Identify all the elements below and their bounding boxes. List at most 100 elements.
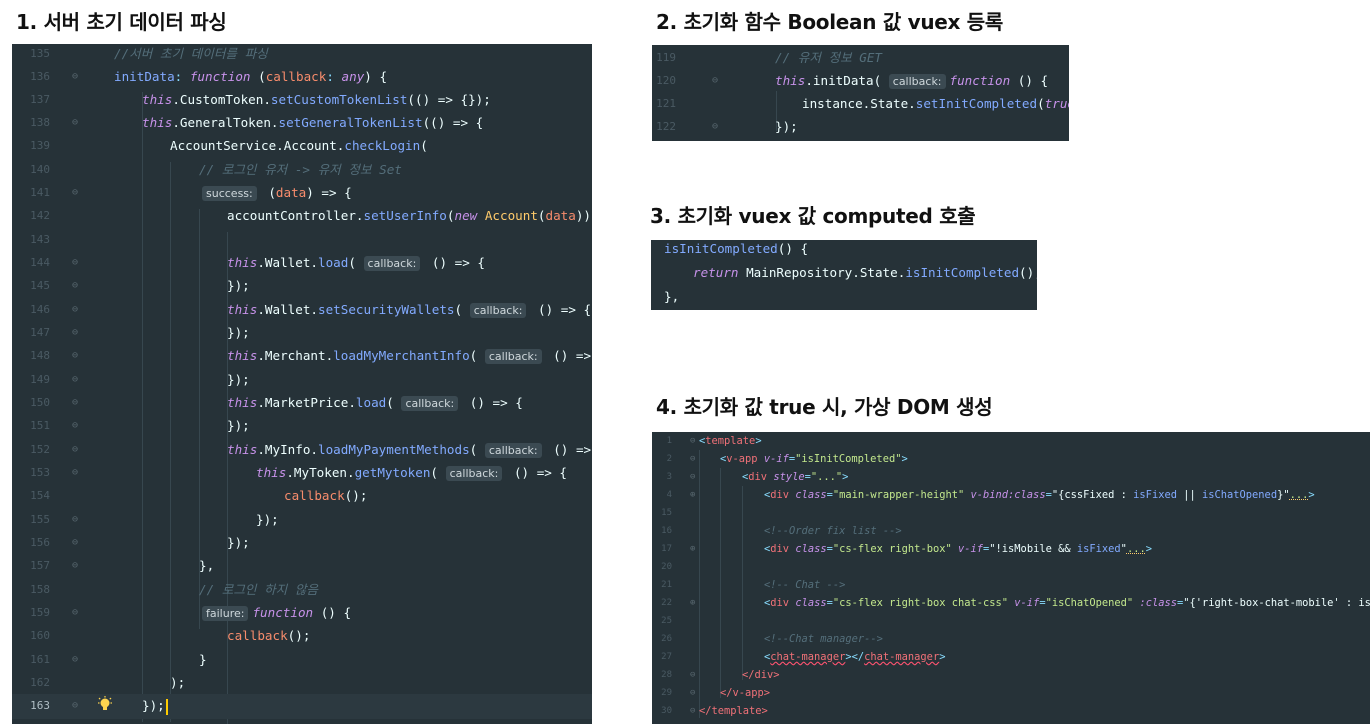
- folded-region[interactable]: ...: [1290, 489, 1309, 501]
- line-number: 143: [30, 233, 50, 246]
- code-line: 15: [652, 504, 1370, 522]
- line-number: 145: [30, 279, 50, 292]
- line-number: 146: [30, 303, 50, 316]
- code-line: 148 ⊖ this.Merchant.loadMyMerchantInfo( ca…: [12, 344, 592, 367]
- code-line: 147 ⊖});: [12, 321, 592, 344]
- code-line: 29 ⊖ </v-app>: [652, 684, 1370, 702]
- line-number: 17: [661, 544, 672, 554]
- fold-marker-icon[interactable]: ⊖: [72, 251, 84, 274]
- line-number: 153: [30, 466, 50, 479]
- lightbulb-icon[interactable]: [98, 696, 112, 714]
- code-panel-computed: isInitCompleted() { return MainRepositor…: [651, 240, 1037, 310]
- code-line: 145 ⊖});: [12, 274, 592, 297]
- fold-marker-icon[interactable]: ⊖: [712, 69, 724, 92]
- line-number: 122: [656, 120, 676, 133]
- line-number: 162: [30, 676, 50, 689]
- code-line: 1 ⊖ <template>: [652, 432, 1370, 450]
- text-caret: [165, 698, 168, 715]
- code-line: 162);: [12, 671, 592, 694]
- fold-marker-icon[interactable]: ⊖: [72, 65, 84, 88]
- code-line: 27 <chat-manager></chat-manager>: [652, 648, 1370, 666]
- line-number: 140: [30, 163, 50, 176]
- code-line: 4 ⊕ <div class="main-wrapper-height" v-bin…: [652, 486, 1370, 504]
- code-line: 156 ⊖});: [12, 531, 592, 554]
- line-number: 142: [30, 209, 50, 222]
- code-line: 154 callback();: [12, 484, 592, 507]
- fold-marker-icon[interactable]: ⊕: [690, 540, 702, 558]
- code-line: 143: [12, 228, 592, 251]
- code-line: 20: [652, 558, 1370, 576]
- heading-1: 1. 서버 초기 데이터 파싱: [16, 10, 227, 34]
- code-line: 150 ⊖ this.MarketPrice.load( callback: () …: [12, 391, 592, 414]
- code-line: 21 <!-- Chat -->: [652, 576, 1370, 594]
- code-line: 158// 로그인 하지 않음: [12, 578, 592, 601]
- code-line: 157 ⊖},: [12, 554, 592, 577]
- code-line-current[interactable]: 163 ⊖ });: [12, 694, 592, 719]
- code-line: 136 ⊖ initData: function (callback: any) {: [12, 65, 592, 88]
- code-line: 122 ⊖});: [652, 115, 1069, 138]
- code-panel-server-init: 135//서버 초기 데이터를 파싱 136 ⊖ initData: functio…: [12, 44, 592, 724]
- line-number: 150: [30, 396, 50, 409]
- line-number: 144: [30, 256, 50, 269]
- line-number: 148: [30, 349, 50, 362]
- line-number: 159: [30, 606, 50, 619]
- fold-marker-icon[interactable]: ⊕: [690, 594, 702, 612]
- code-line: 144 ⊖ this.Wallet.load( callback: () => {: [12, 251, 592, 274]
- line-number: 3: [666, 472, 672, 482]
- line-number: 156: [30, 536, 50, 549]
- line-number: 139: [30, 139, 50, 152]
- line-number: 155: [30, 513, 50, 526]
- code-line: 159 ⊖ failure: function () {: [12, 601, 592, 624]
- folded-region[interactable]: ...: [1127, 543, 1146, 555]
- line-number: 163: [30, 699, 50, 712]
- line-number: 25: [661, 616, 672, 626]
- fold-marker-icon[interactable]: ⊖: [690, 468, 702, 486]
- fold-marker-icon[interactable]: ⊖: [72, 601, 84, 624]
- line-number: 20: [661, 562, 672, 572]
- line-number: 1: [666, 436, 672, 446]
- fold-marker-icon[interactable]: ⊖: [72, 111, 84, 134]
- fold-marker-icon[interactable]: ⊖: [72, 438, 84, 461]
- line-number: 147: [30, 326, 50, 339]
- heading-3: 3. 초기화 vuex 값 computed 호출: [650, 204, 976, 228]
- code-line: 155 ⊖});: [12, 508, 592, 531]
- fold-marker-icon[interactable]: ⊖: [72, 461, 84, 484]
- line-number: 152: [30, 443, 50, 456]
- line-number: 28: [661, 670, 672, 680]
- fold-marker-icon[interactable]: ⊕: [690, 486, 702, 504]
- fold-marker-icon[interactable]: ⊖: [72, 181, 84, 204]
- param-hint: success:: [202, 186, 257, 201]
- line-number: 22: [661, 598, 672, 608]
- line-number: 27: [661, 652, 672, 662]
- line-number: 138: [30, 116, 50, 129]
- code-line: 26 <!--Chat manager-->: [652, 630, 1370, 648]
- fold-marker-icon[interactable]: ⊖: [72, 391, 84, 414]
- code-line: 149 ⊖});: [12, 368, 592, 391]
- code-panel-vuex-register: 119// 유저 정보 GET 120 ⊖ this.initData( callb…: [652, 45, 1069, 141]
- line-number: 135: [30, 47, 50, 60]
- code-line: 120 ⊖ this.initData( callback: function () …: [652, 69, 1069, 92]
- line-number: 120: [656, 74, 676, 87]
- line-number: 15: [661, 508, 672, 518]
- heading-2: 2. 초기화 함수 Boolean 값 vuex 등록: [656, 10, 1004, 34]
- line-number: 160: [30, 629, 50, 642]
- code-line: 161 ⊖}: [12, 648, 592, 671]
- line-number: 119: [656, 51, 676, 64]
- code-line: 25: [652, 612, 1370, 630]
- line-number: 157: [30, 559, 50, 572]
- code-panel-template: 1 ⊖ <template> 2 ⊖ <v-app v-if="isInitComple…: [652, 432, 1370, 724]
- line-number: 141: [30, 186, 50, 199]
- fold-marker-icon[interactable]: ⊖: [72, 344, 84, 367]
- code-line: 142 accountController.setUserInfo(new Acc…: [12, 204, 592, 227]
- code-line: 121instance.State.setInitCompleted(true)…: [652, 92, 1069, 115]
- code-line: 119// 유저 정보 GET: [652, 46, 1069, 69]
- code-line: 137 this.CustomToken.setCustomTokenList((…: [12, 88, 592, 111]
- fold-marker-icon[interactable]: ⊖: [72, 298, 84, 321]
- line-number: 158: [30, 583, 50, 596]
- line-number: 30: [661, 706, 672, 716]
- line-number: 29: [661, 688, 672, 698]
- fold-marker-icon[interactable]: ⊖: [690, 450, 702, 468]
- line-number: 16: [661, 526, 672, 536]
- line-number: 154: [30, 489, 50, 502]
- code-line: 151 ⊖});: [12, 414, 592, 437]
